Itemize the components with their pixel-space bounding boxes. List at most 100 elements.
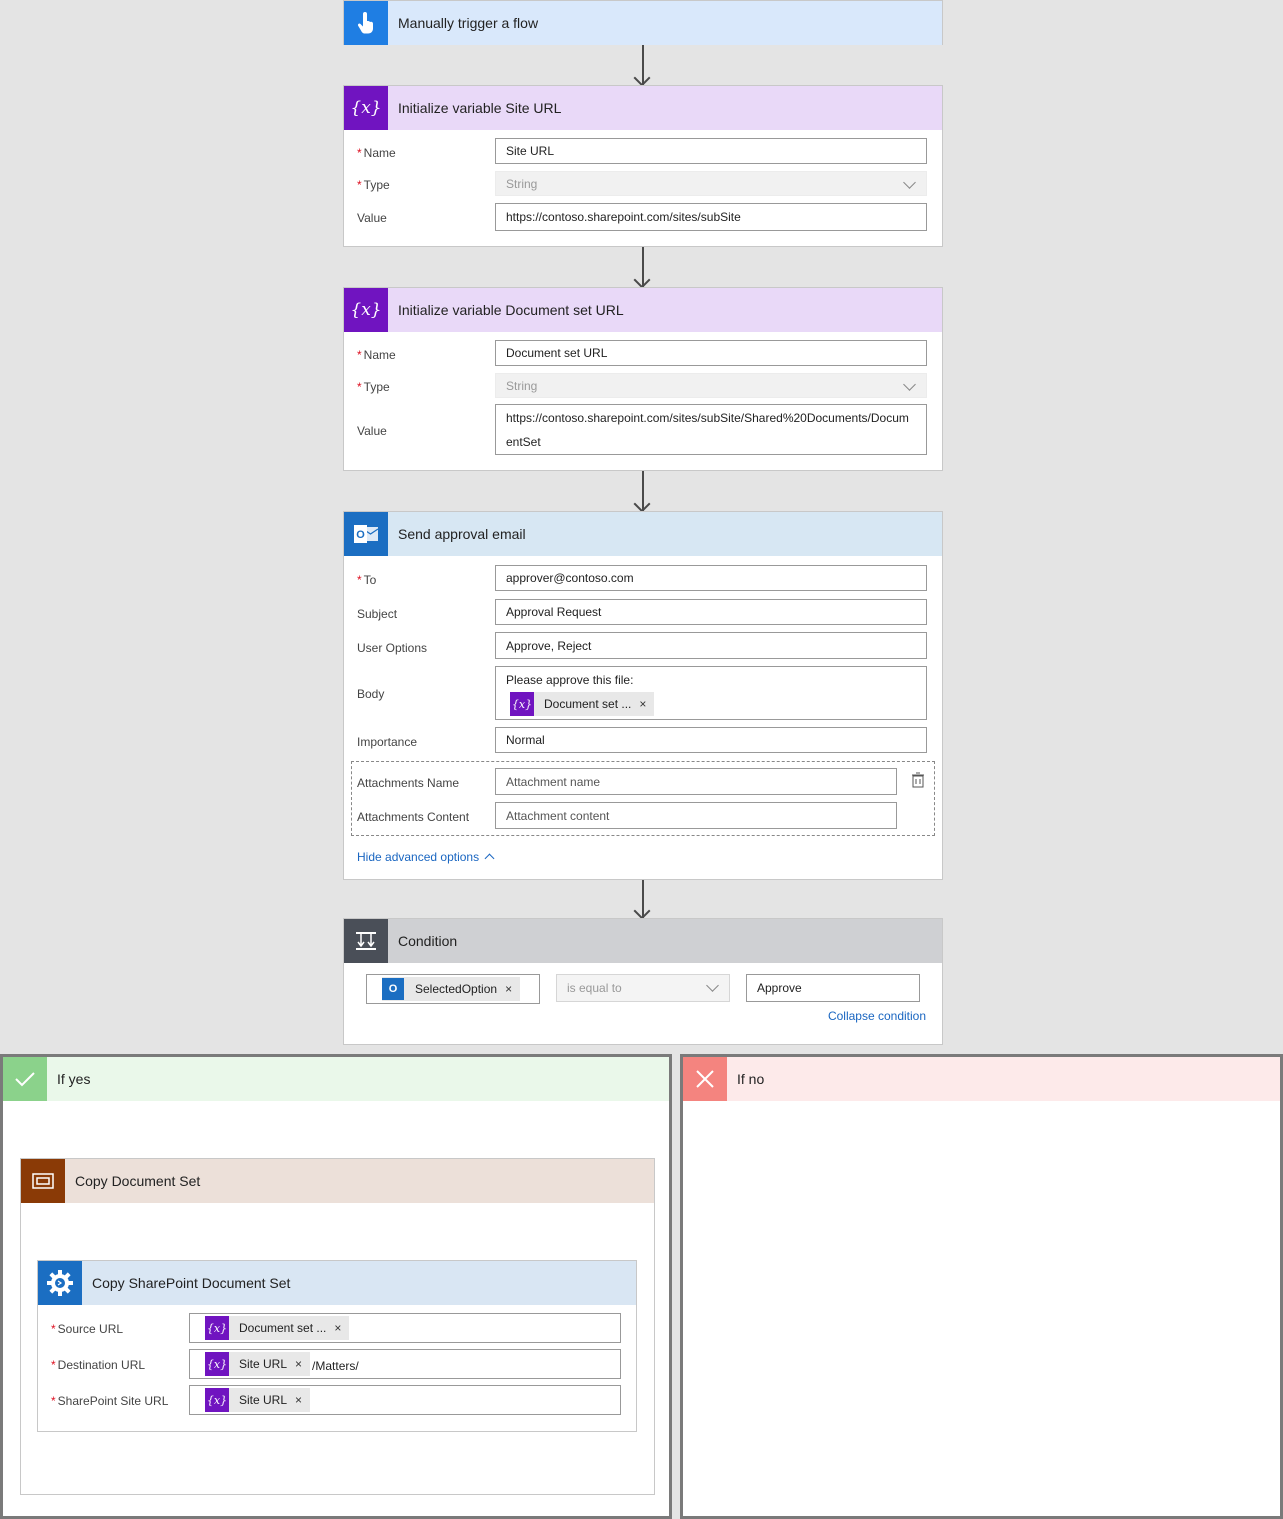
body-label: Body xyxy=(357,687,385,701)
sharepoint-site-url-field[interactable]: {x} Site URL × xyxy=(189,1385,621,1415)
close-icon xyxy=(683,1057,727,1101)
site-url-token[interactable]: {x} Site URL × xyxy=(205,1352,311,1376)
hide-advanced-options-link[interactable]: Hide advanced options xyxy=(357,850,479,864)
card-title: Condition xyxy=(398,933,458,949)
flow-arrow xyxy=(642,880,644,918)
flow-arrow xyxy=(642,247,644,287)
if-no-header[interactable]: If no xyxy=(683,1057,1280,1101)
card-title: Initialize variable Document set URL xyxy=(398,302,624,318)
copy-sharepoint-document-set-card: Copy SharePoint Document Set * Source URL… xyxy=(37,1260,637,1432)
flow-arrow xyxy=(642,45,644,85)
value-field[interactable]: https://contoso.sharepoint.com/sites/sub… xyxy=(495,404,927,455)
sharepoint-site-url-label: * SharePoint Site URL xyxy=(51,1394,169,1408)
svg-text:O: O xyxy=(356,529,365,541)
action-header[interactable]: Copy SharePoint Document Set xyxy=(38,1261,636,1305)
card-title: Send approval email xyxy=(398,526,526,542)
condition-left-operand[interactable]: O SelectedOption × xyxy=(366,974,540,1004)
variable-icon: {x} xyxy=(344,86,388,130)
card-header[interactable]: O Send approval email xyxy=(344,512,942,556)
remove-token-icon[interactable]: × xyxy=(505,982,520,996)
scope-icon xyxy=(21,1159,65,1203)
outlook-icon: O xyxy=(344,512,388,556)
card-header[interactable]: Condition xyxy=(344,919,942,963)
value-label: Value xyxy=(357,424,387,438)
value-label: Value xyxy=(357,211,387,225)
trigger-title: Manually trigger a flow xyxy=(398,15,539,31)
card-title: Initialize variable Site URL xyxy=(398,100,562,116)
document-set-token[interactable]: {x} Document set ... × xyxy=(510,692,655,716)
variable-icon: {x} xyxy=(344,288,388,332)
outlook-icon: O xyxy=(382,978,404,1000)
name-field[interactable]: Site URL xyxy=(495,138,927,164)
destination-url-label: * Destination URL xyxy=(51,1358,146,1372)
variable-icon: {x} xyxy=(205,1316,229,1340)
attachment-content-input[interactable]: Attachment content xyxy=(495,802,897,829)
subject-label: Subject xyxy=(357,607,398,621)
operator-select[interactable]: is equal to xyxy=(556,974,730,1002)
attachments-content-label: Attachments Content xyxy=(357,810,470,824)
name-field[interactable]: Document set URL xyxy=(495,340,927,366)
hand-tap-icon xyxy=(344,1,388,45)
trigger-card[interactable]: Manually trigger a flow xyxy=(343,0,943,45)
importance-field[interactable]: Normal xyxy=(495,727,927,753)
variable-icon: {x} xyxy=(205,1388,229,1412)
source-url-label: * Source URL xyxy=(51,1322,124,1336)
selected-option-token[interactable]: O SelectedOption × xyxy=(382,977,521,1001)
if-no-branch: If no xyxy=(680,1054,1283,1519)
chevron-up-icon[interactable] xyxy=(484,853,495,864)
importance-label: Importance xyxy=(357,735,418,749)
scope-title: Copy Document Set xyxy=(75,1173,201,1189)
action-title: Copy SharePoint Document Set xyxy=(92,1275,291,1291)
flow-arrow xyxy=(642,471,644,511)
init-variable-docset-url-card: {x} Initialize variable Document set URL… xyxy=(343,287,943,471)
card-header[interactable]: {x} Initialize variable Site URL xyxy=(344,86,942,130)
card-header[interactable]: {x} Initialize variable Document set URL xyxy=(344,288,942,332)
if-yes-title: If yes xyxy=(57,1071,91,1087)
variable-icon: {x} xyxy=(205,1352,229,1376)
gear-icon xyxy=(38,1261,82,1305)
to-field[interactable]: approver@contoso.com xyxy=(495,565,927,591)
if-yes-branch: If yes Copy Document Set Copy SharePoint… xyxy=(0,1054,672,1519)
name-label: * Name xyxy=(357,348,396,362)
type-select[interactable]: String xyxy=(495,373,927,398)
delete-item-icon[interactable] xyxy=(910,772,926,791)
type-label: * Type xyxy=(357,178,390,192)
attachments-group: Attachments Name Attachment name Attachm… xyxy=(351,761,935,836)
attachments-name-label: Attachments Name xyxy=(357,776,460,790)
user-options-field[interactable]: Approve, Reject xyxy=(495,632,927,659)
type-select[interactable]: String xyxy=(495,171,927,196)
value-field[interactable]: https://contoso.sharepoint.com/sites/sub… xyxy=(495,203,927,231)
body-text: Please approve this file: xyxy=(506,673,634,687)
collapse-condition-link[interactable]: Collapse condition xyxy=(828,1009,926,1023)
remove-token-icon[interactable]: × xyxy=(295,1393,310,1407)
attachment-name-input[interactable]: Attachment name xyxy=(495,768,897,795)
remove-token-icon[interactable]: × xyxy=(639,697,654,711)
scope-header[interactable]: Copy Document Set xyxy=(21,1159,654,1203)
chevron-down-icon xyxy=(903,176,916,189)
name-label: * Name xyxy=(357,146,396,160)
condition-right-operand[interactable]: Approve xyxy=(746,974,920,1002)
check-icon xyxy=(3,1057,47,1101)
trigger-header[interactable]: Manually trigger a flow xyxy=(344,1,942,45)
source-url-field[interactable]: {x} Document set ... × xyxy=(189,1313,621,1343)
destination-url-suffix: /Matters/ xyxy=(312,1359,359,1373)
site-url-token[interactable]: {x} Site URL × xyxy=(205,1388,311,1412)
remove-token-icon[interactable]: × xyxy=(295,1357,310,1371)
destination-url-field[interactable]: {x} Site URL × /Matters/ xyxy=(189,1349,621,1379)
condition-card: Condition O SelectedOption × is equal to… xyxy=(343,918,943,1045)
subject-field[interactable]: Approval Request xyxy=(495,599,927,625)
if-yes-header[interactable]: If yes xyxy=(3,1057,669,1101)
remove-token-icon[interactable]: × xyxy=(334,1321,349,1335)
chevron-down-icon xyxy=(706,979,719,992)
body-field[interactable]: Please approve this file: {x} Document s… xyxy=(495,666,927,720)
variable-icon: {x} xyxy=(510,692,534,716)
to-label: * To xyxy=(357,573,377,587)
type-label: * Type xyxy=(357,380,390,394)
if-no-title: If no xyxy=(737,1071,765,1087)
chevron-down-icon xyxy=(903,378,916,391)
document-set-token[interactable]: {x} Document set ... × xyxy=(205,1316,350,1340)
condition-icon xyxy=(344,919,388,963)
send-approval-email-card: O Send approval email * To approver@conto… xyxy=(343,511,943,880)
copy-document-set-scope: Copy Document Set Copy SharePoint Docume… xyxy=(20,1158,655,1495)
init-variable-site-url-card: {x} Initialize variable Site URL * Name S… xyxy=(343,85,943,247)
